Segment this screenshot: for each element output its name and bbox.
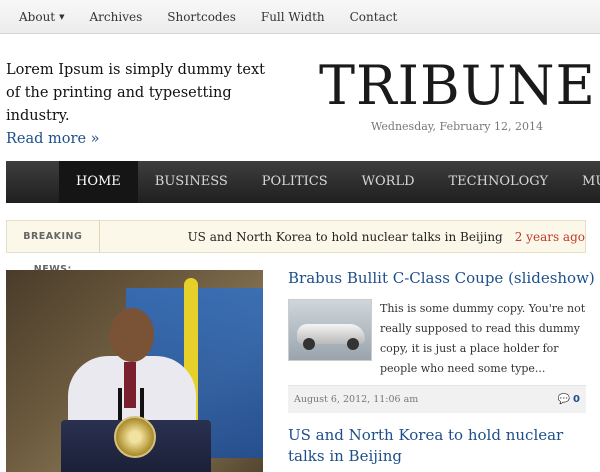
- topnav-about-label: About: [19, 9, 56, 24]
- photo-tie: [124, 362, 136, 408]
- breaking-news-timestamp: 2 years ago: [514, 229, 585, 244]
- article-date: August 6, 2012, 11:06 am: [294, 394, 419, 405]
- featured-photo[interactable]: [6, 270, 263, 472]
- article-thumbnail-car[interactable]: [288, 299, 372, 361]
- microphone-icon: [118, 388, 122, 424]
- article-title-north-korea[interactable]: US and North Korea to hold nuclear talks…: [288, 425, 588, 467]
- topnav-archives[interactable]: Archives: [90, 10, 143, 24]
- car-wheel: [303, 338, 315, 350]
- breaking-news-bar: BREAKING NEWS: US and North Korea to hol…: [6, 220, 586, 275]
- topnav-about[interactable]: About ▼: [19, 10, 65, 24]
- article-meta-bar: August 6, 2012, 11:06 am 💬 0: [288, 385, 586, 413]
- comments-link[interactable]: 💬 0: [558, 394, 580, 405]
- current-date: Wednesday, February 12, 2014: [371, 120, 543, 133]
- nav-item-music[interactable]: MUSIC: [565, 161, 600, 203]
- photo-speaker-head: [110, 308, 154, 362]
- main-category-nav: HOME BUSINESS POLITICS WORLD TECHNOLOGY …: [6, 161, 600, 203]
- topnav-shortcodes[interactable]: Shortcodes: [167, 10, 236, 24]
- car-wheel: [347, 338, 359, 350]
- comment-bubble-icon: 💬: [557, 394, 571, 405]
- nav-item-world[interactable]: WORLD: [345, 161, 432, 203]
- caret-down-icon: ▼: [59, 12, 65, 21]
- top-utility-nav: About ▼ Archives Shortcodes Full Width Co…: [0, 0, 600, 34]
- nav-item-technology[interactable]: TECHNOLOGY: [432, 161, 566, 203]
- comment-count: 0: [573, 394, 580, 405]
- topnav-contact[interactable]: Contact: [350, 10, 398, 24]
- site-tagline: Lorem Ipsum is simply dummy text of the …: [6, 59, 266, 151]
- nav-item-home[interactable]: HOME: [59, 161, 138, 203]
- article-title-brabus[interactable]: Brabus Bullit C-Class Coupe (slideshow): [288, 269, 595, 287]
- presidential-seal-icon: [114, 416, 156, 458]
- site-logo[interactable]: TRIBUNE: [319, 56, 595, 116]
- nav-item-business[interactable]: BUSINESS: [138, 161, 245, 203]
- nav-item-politics[interactable]: POLITICS: [245, 161, 345, 203]
- article-excerpt: This is some dummy copy. You're not real…: [380, 302, 586, 375]
- topnav-full-width[interactable]: Full Width: [261, 10, 325, 24]
- tagline-text: Lorem Ipsum is simply dummy text of the …: [6, 62, 265, 124]
- read-more-link[interactable]: Read more »: [6, 128, 266, 151]
- breaking-news-headline[interactable]: US and North Korea to hold nuclear talks…: [188, 230, 503, 244]
- breaking-news-label: BREAKING NEWS:: [7, 220, 100, 275]
